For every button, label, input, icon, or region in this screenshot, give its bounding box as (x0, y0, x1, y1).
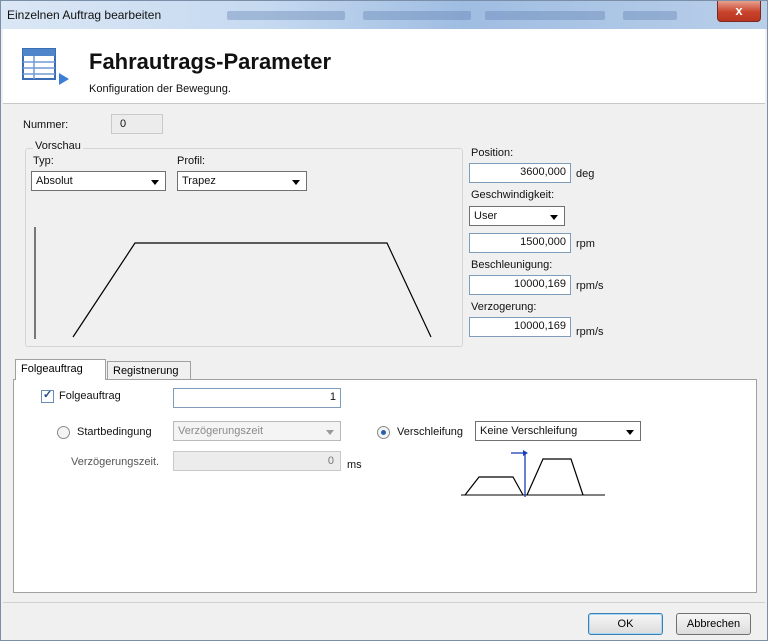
profil-label: Profil: (177, 155, 206, 167)
ok-button[interactable]: OK (588, 613, 663, 635)
tab-folgeauftrag[interactable]: Folgeauftrag (15, 359, 106, 380)
verzoegerungszeit-value: 0 (327, 455, 334, 467)
beschleunigung-unit: rpm/s (576, 280, 604, 292)
verschleifung-label: Verschleifung (397, 426, 464, 438)
folgeauftrag-checkbox[interactable]: ✓ (41, 389, 54, 403)
ok-button-label: OK (617, 618, 634, 630)
nummer-label: Nummer: (23, 119, 69, 131)
tab-registrierung-label: Registnerung (113, 365, 179, 377)
page-title: Fahrautrags-Parameter (89, 49, 332, 74)
typ-select-value: Absolut (36, 175, 73, 187)
verzogerung-input[interactable]: 10000,169 (469, 317, 571, 337)
verschleifung-value: Keine Verschleifung (480, 425, 578, 437)
verzoegerungszeit-field: 0 (173, 451, 341, 471)
typ-label: Typ: (33, 155, 54, 167)
window-title: Einzelnen Auftrag bearbeiten (7, 8, 162, 22)
close-icon: x (735, 3, 743, 18)
header-divider (3, 103, 765, 104)
background-taskbar-item (363, 11, 471, 20)
checkmark-icon: ✓ (43, 389, 53, 401)
cancel-button-label: Abbrechen (686, 618, 741, 630)
verzogerung-value: 10000,169 (514, 320, 566, 332)
verzoegerungszeit-label: Verzögerungszeit. (71, 456, 160, 468)
startbedingung-value: Verzögerungszeit (178, 425, 263, 437)
folgeauftrag-panel (13, 379, 757, 593)
position-input[interactable]: 3600,000 (469, 163, 571, 183)
startbedingung-radio[interactable] (57, 426, 70, 439)
dialog-header: Fahrautrags-Parameter Konfiguration der … (3, 29, 765, 103)
folgeauftrag-value: 1 (329, 391, 336, 403)
beschleunigung-value: 10000,169 (514, 278, 566, 290)
chevron-down-icon (326, 430, 334, 435)
position-unit: deg (576, 168, 595, 180)
tab-folgeauftrag-label: Folgeauftrag (21, 363, 83, 375)
tab-registrierung[interactable]: Registnerung (107, 361, 191, 379)
nummer-field: 0 (111, 114, 163, 134)
dialog-window: Einzelnen Auftrag bearbeiten x Fahrautra… (0, 0, 768, 641)
beschleunigung-label: Beschleunigung: (471, 259, 553, 271)
table-list-icon (22, 48, 69, 85)
verzogerung-label: Verzogerung: (471, 301, 537, 313)
chevron-down-icon (550, 215, 558, 220)
vorschau-caption: Vorschau (33, 140, 83, 152)
chevron-down-icon (292, 180, 300, 185)
position-label: Position: (471, 147, 514, 159)
geschwindigkeit-label: Geschwindigkeit: (471, 189, 555, 201)
geschwindigkeit-value: 1500,000 (520, 236, 566, 248)
geschwindigkeit-input[interactable]: 1500,000 (469, 233, 571, 253)
title-bar[interactable]: Einzelnen Auftrag bearbeiten x (1, 1, 767, 29)
chevron-down-icon (151, 180, 159, 185)
folgeauftrag-input[interactable]: 1 (173, 388, 341, 408)
folgeauftrag-label: Folgeauftrag (59, 390, 121, 402)
geschwindigkeit-unit: rpm (576, 238, 595, 250)
verzogerung-unit: rpm/s (576, 326, 604, 338)
footer-divider (3, 602, 765, 603)
blending-diagram-icon (461, 450, 605, 497)
page-subtitle: Konfiguration der Bewegung. (89, 83, 231, 95)
nummer-value: 0 (120, 118, 127, 130)
background-taskbar-item (227, 11, 345, 20)
startbedingung-select[interactable]: Verzögerungszeit (173, 421, 341, 441)
chevron-down-icon (626, 430, 634, 435)
verschleifung-select[interactable]: Keine Verschleifung (475, 421, 641, 441)
profil-select-value: Trapez (182, 175, 216, 187)
close-button[interactable]: x (717, 1, 761, 22)
beschleunigung-input[interactable]: 10000,169 (469, 275, 571, 295)
cancel-button[interactable]: Abbrechen (676, 613, 751, 635)
typ-select[interactable]: Absolut (31, 171, 166, 191)
radio-selected-dot (381, 430, 386, 435)
verschleifung-radio[interactable] (377, 426, 390, 439)
background-taskbar-item (485, 11, 605, 20)
position-value: 3600,000 (520, 166, 566, 178)
geschwindigkeit-mode-value: User (474, 210, 498, 222)
geschwindigkeit-mode-select[interactable]: User (469, 206, 565, 226)
profil-select[interactable]: Trapez (177, 171, 307, 191)
profile-preview-plot (34, 227, 432, 339)
startbedingung-label: Startbedingung (77, 426, 152, 438)
background-taskbar-item (623, 11, 677, 20)
verzoegerungszeit-unit: ms (347, 459, 362, 471)
